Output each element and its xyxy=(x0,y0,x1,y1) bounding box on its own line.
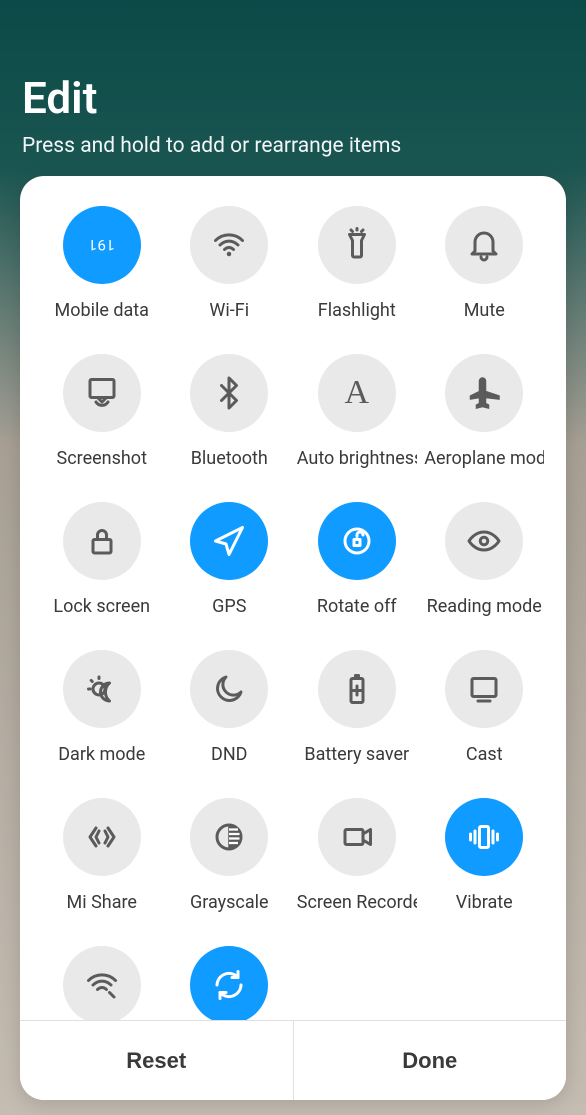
mobile-data-icon: 191 xyxy=(63,206,141,284)
tile-battery-saver[interactable]: Battery saver xyxy=(293,650,421,798)
done-button[interactable]: Done xyxy=(294,1021,567,1100)
tile-label: Grayscale xyxy=(190,892,269,913)
tile-rotate-off[interactable]: Rotate off xyxy=(293,502,421,650)
tiles-panel: 191 Mobile data Wi-Fi Flashlight Mute Screens… xyxy=(20,176,566,1100)
airplane-icon xyxy=(445,354,523,432)
tile-label: Lock screen xyxy=(53,596,150,617)
sync-icon xyxy=(190,946,268,1020)
tile-label: Mobile data xyxy=(55,300,149,321)
tile-label: Screen Recorder xyxy=(297,892,417,913)
tile-flashlight[interactable]: Flashlight xyxy=(293,206,421,354)
tile-label: Cast xyxy=(466,744,503,765)
lock-icon xyxy=(63,502,141,580)
tile-label: Aeroplane mode xyxy=(424,448,544,469)
dark-mode-icon xyxy=(63,650,141,728)
tile-dnd[interactable]: DND xyxy=(166,650,294,798)
grayscale-icon xyxy=(190,798,268,876)
footer-bar: Reset Done xyxy=(20,1020,566,1100)
moon-icon xyxy=(190,650,268,728)
tile-screenshot[interactable]: Screenshot xyxy=(38,354,166,502)
cast-icon xyxy=(445,650,523,728)
battery-icon xyxy=(318,650,396,728)
tile-hotspot[interactable] xyxy=(38,946,166,1020)
mishare-icon xyxy=(63,798,141,876)
tile-label: Rotate off xyxy=(317,596,397,617)
tile-lock-screen[interactable]: Lock screen xyxy=(38,502,166,650)
tile-wifi[interactable]: Wi-Fi xyxy=(166,206,294,354)
tile-label: GPS xyxy=(212,596,246,617)
page-subtitle: Press and hold to add or rearrange items xyxy=(22,134,564,158)
tile-auto-brightness[interactable]: A Auto brightness xyxy=(293,354,421,502)
tile-label: Dark mode xyxy=(58,744,145,765)
tiles-grid: 191 Mobile data Wi-Fi Flashlight Mute Screens… xyxy=(20,176,566,1020)
page-title: Edit xyxy=(22,72,564,124)
tile-reading-mode[interactable]: Reading mode xyxy=(421,502,549,650)
flashlight-icon xyxy=(318,206,396,284)
tile-grayscale[interactable]: Grayscale xyxy=(166,798,294,946)
bell-icon xyxy=(445,206,523,284)
tile-dark-mode[interactable]: Dark mode xyxy=(38,650,166,798)
eye-icon xyxy=(445,502,523,580)
tile-label: Reading mode xyxy=(427,596,542,617)
tile-aeroplane[interactable]: Aeroplane mode xyxy=(421,354,549,502)
location-icon xyxy=(190,502,268,580)
reset-button[interactable]: Reset xyxy=(20,1021,294,1100)
screenshot-icon xyxy=(63,354,141,432)
tile-label: Flashlight xyxy=(318,300,396,321)
tile-label: Battery saver xyxy=(304,744,409,765)
rotate-lock-icon xyxy=(318,502,396,580)
tile-label: Auto brightness xyxy=(297,448,417,469)
tile-cast[interactable]: Cast xyxy=(421,650,549,798)
header: Edit Press and hold to add or rearrange … xyxy=(0,0,586,178)
vibrate-icon xyxy=(445,798,523,876)
tile-sync[interactable] xyxy=(166,946,294,1020)
bluetooth-icon xyxy=(190,354,268,432)
tile-label: Bluetooth xyxy=(191,448,268,469)
tile-mobile-data[interactable]: 191 Mobile data xyxy=(38,206,166,354)
tile-mute[interactable]: Mute xyxy=(421,206,549,354)
letter-a-icon: A xyxy=(318,354,396,432)
tile-label: Wi-Fi xyxy=(209,300,249,321)
tile-label: Screenshot xyxy=(57,448,147,469)
tile-label: Mute xyxy=(464,300,505,321)
tile-mi-share[interactable]: Mi Share xyxy=(38,798,166,946)
wifi-icon xyxy=(190,206,268,284)
hotspot-icon xyxy=(63,946,141,1020)
tile-bluetooth[interactable]: Bluetooth xyxy=(166,354,294,502)
camera-icon xyxy=(318,798,396,876)
tile-gps[interactable]: GPS xyxy=(166,502,294,650)
tile-label: Vibrate xyxy=(456,892,513,913)
tile-label: Mi Share xyxy=(67,892,137,913)
tile-vibrate[interactable]: Vibrate xyxy=(421,798,549,946)
tile-screen-recorder[interactable]: Screen Recorder xyxy=(293,798,421,946)
tile-label: DND xyxy=(211,744,247,765)
